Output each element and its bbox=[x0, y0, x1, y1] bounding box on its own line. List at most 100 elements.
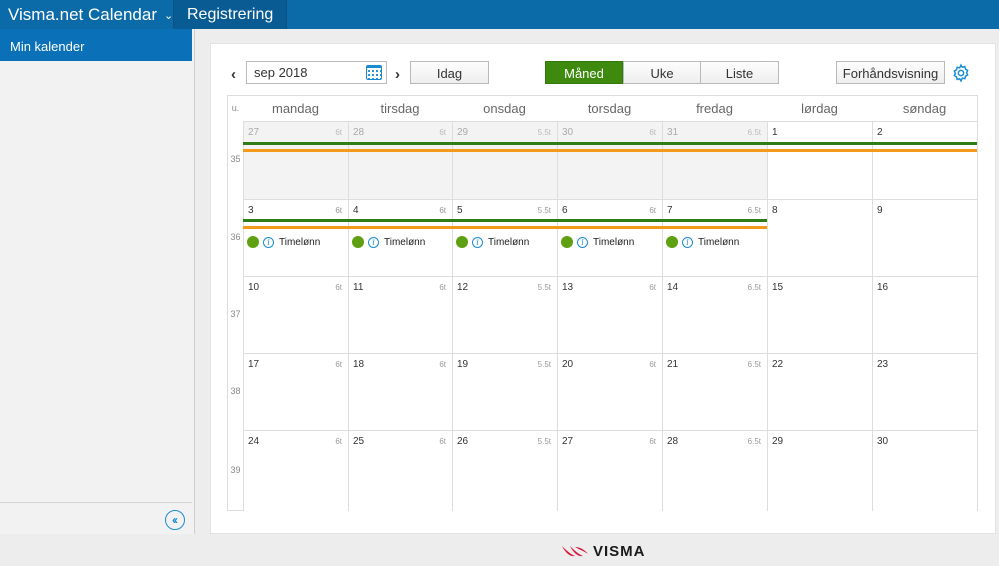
view-week-button[interactable]: Uke bbox=[623, 61, 701, 84]
green-period-bar[interactable] bbox=[243, 142, 977, 145]
day-number: 26 bbox=[457, 436, 469, 447]
orange-period-bar[interactable] bbox=[243, 226, 767, 229]
day-cell[interactable]: 3 6t i Timelønn bbox=[243, 199, 348, 276]
calendar-icon[interactable] bbox=[366, 65, 382, 80]
day-cell[interactable]: 7 6.5t i Timelønn bbox=[662, 199, 767, 276]
day-number: 9 bbox=[877, 205, 883, 216]
planned-hours: 6.5t bbox=[747, 128, 761, 137]
tab-registrering[interactable]: Registrering bbox=[173, 0, 288, 29]
day-number: 27 bbox=[562, 436, 574, 447]
planned-hours: 6t bbox=[335, 360, 342, 369]
view-month-button[interactable]: Måned bbox=[545, 61, 623, 84]
day-cell[interactable]: 8 bbox=[767, 199, 872, 276]
info-icon[interactable]: i bbox=[263, 236, 274, 248]
day-cell[interactable]: 12 5.5t bbox=[452, 276, 557, 353]
day-cell[interactable]: 18 6t bbox=[348, 353, 452, 430]
day-cell[interactable]: 9 bbox=[872, 199, 977, 276]
event-item[interactable]: i Timelønn bbox=[352, 235, 425, 249]
planned-hours: 6t bbox=[439, 128, 446, 137]
event-item[interactable]: i Timelønn bbox=[456, 235, 529, 249]
double-chevron-left-icon[interactable]: ‹‹ bbox=[165, 510, 185, 530]
planned-hours: 6.5t bbox=[747, 360, 761, 369]
day-number: 24 bbox=[248, 436, 260, 447]
event-item[interactable]: i Timelønn bbox=[247, 235, 320, 249]
planned-hours: 6t bbox=[649, 360, 656, 369]
planned-hours: 6t bbox=[439, 360, 446, 369]
day-number: 5 bbox=[457, 205, 463, 216]
planned-hours: 6t bbox=[649, 283, 656, 292]
gear-icon[interactable] bbox=[951, 63, 971, 83]
day-cell[interactable]: 24 6t bbox=[243, 430, 348, 511]
planned-hours: 6t bbox=[335, 437, 342, 446]
day-cell[interactable]: 13 6t bbox=[557, 276, 662, 353]
day-cell[interactable]: 22 bbox=[767, 353, 872, 430]
status-dot-icon bbox=[666, 236, 678, 248]
orange-period-bar[interactable] bbox=[243, 149, 977, 152]
day-cell[interactable]: 26 5.5t bbox=[452, 430, 557, 511]
day-cell[interactable]: 27 6t bbox=[557, 430, 662, 511]
day-number: 25 bbox=[353, 436, 365, 447]
view-list-button[interactable]: Liste bbox=[700, 61, 779, 84]
day-cell[interactable]: 28 6t bbox=[348, 121, 452, 199]
day-cell[interactable]: 6 6t i Timelønn bbox=[557, 199, 662, 276]
day-cell[interactable]: 29 bbox=[767, 430, 872, 511]
day-cell[interactable]: 11 6t bbox=[348, 276, 452, 353]
day-cell[interactable]: 27 6t bbox=[243, 121, 348, 199]
day-cell[interactable]: 1 bbox=[767, 121, 872, 199]
status-dot-icon bbox=[456, 236, 468, 248]
day-cell[interactable]: 25 6t bbox=[348, 430, 452, 511]
day-cell[interactable]: 15 bbox=[767, 276, 872, 353]
planned-hours: 6t bbox=[335, 283, 342, 292]
calendar-toolbar: ‹ sep 2018 › Idag Måned Uke Liste Forhån… bbox=[211, 44, 997, 94]
green-period-bar[interactable] bbox=[243, 219, 767, 222]
day-cell[interactable]: 16 bbox=[872, 276, 977, 353]
sidebar-item-min-kalender[interactable]: Min kalender bbox=[0, 29, 192, 61]
planned-hours: 6t bbox=[335, 128, 342, 137]
week-column-header: u. bbox=[231, 103, 240, 113]
planned-hours: 6t bbox=[649, 206, 656, 215]
day-cell[interactable]: 4 6t i Timelønn bbox=[348, 199, 452, 276]
week-number: 35 bbox=[230, 154, 241, 164]
day-number: 21 bbox=[667, 359, 679, 370]
day-number: 10 bbox=[248, 282, 260, 293]
prev-month-button[interactable]: ‹ bbox=[231, 66, 236, 83]
day-number: 29 bbox=[772, 436, 784, 447]
info-icon[interactable]: i bbox=[368, 236, 379, 248]
next-month-button[interactable]: › bbox=[395, 66, 400, 83]
day-cell[interactable]: 30 6t bbox=[557, 121, 662, 199]
day-number: 30 bbox=[562, 127, 574, 138]
week-number: 37 bbox=[230, 308, 241, 319]
day-cell[interactable]: 14 6.5t bbox=[662, 276, 767, 353]
today-button[interactable]: Idag bbox=[410, 61, 489, 84]
day-number: 13 bbox=[562, 282, 574, 293]
app-menu-button[interactable]: Visma.net Calendar ⌄ bbox=[0, 0, 173, 29]
planned-hours: 6t bbox=[335, 206, 342, 215]
week-number: 38 bbox=[230, 385, 241, 396]
day-number: 1 bbox=[772, 127, 778, 138]
day-cell[interactable]: 29 5.5t bbox=[452, 121, 557, 199]
planned-hours: 6.5t bbox=[747, 283, 761, 292]
day-number: 8 bbox=[772, 205, 778, 216]
day-cell[interactable]: 21 6.5t bbox=[662, 353, 767, 430]
preview-button[interactable]: Forhåndsvisning bbox=[836, 61, 945, 84]
day-cell[interactable]: 10 6t bbox=[243, 276, 348, 353]
weekday-header: onsdag bbox=[483, 101, 526, 116]
weekday-header: tirsdag bbox=[380, 101, 420, 116]
week-number: 39 bbox=[230, 464, 241, 475]
info-icon[interactable]: i bbox=[472, 236, 483, 248]
day-cell[interactable]: 20 6t bbox=[557, 353, 662, 430]
day-cell[interactable]: 31 6.5t bbox=[662, 121, 767, 199]
info-icon[interactable]: i bbox=[577, 236, 588, 248]
day-number: 19 bbox=[457, 359, 469, 370]
event-item[interactable]: i Timelønn bbox=[561, 235, 634, 249]
day-cell[interactable]: 19 5.5t bbox=[452, 353, 557, 430]
day-cell[interactable]: 28 6.5t bbox=[662, 430, 767, 511]
sidebar-divider bbox=[0, 502, 192, 503]
day-cell[interactable]: 23 bbox=[872, 353, 977, 430]
event-item[interactable]: i Timelønn bbox=[666, 235, 739, 249]
day-cell[interactable]: 2 bbox=[872, 121, 977, 199]
day-cell[interactable]: 17 6t bbox=[243, 353, 348, 430]
day-cell[interactable]: 5 5.5t i Timelønn bbox=[452, 199, 557, 276]
day-cell[interactable]: 30 bbox=[872, 430, 977, 511]
info-icon[interactable]: i bbox=[682, 236, 693, 248]
